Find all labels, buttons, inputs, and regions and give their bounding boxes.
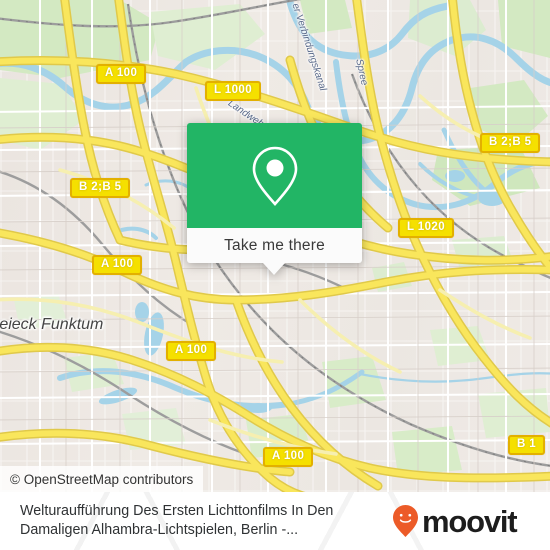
road-shield-b1: B 1 (508, 435, 546, 455)
attribution-text: © OpenStreetMap contributors (10, 471, 194, 487)
map-pin-icon (252, 146, 297, 206)
road-shield-b2b5: B 2;B 5 (70, 178, 131, 198)
moovit-wordmark: moovit (422, 503, 518, 539)
road-shield-a100: A 100 (166, 341, 217, 361)
moovit-map-screen: er Verbindungskanal Spree Landwehrkanal … (0, 0, 550, 550)
moovit-logo[interactable]: moovit (392, 503, 518, 539)
road-shield-l1020: L 1020 (398, 218, 454, 238)
road-shield-a100: A 100 (92, 255, 143, 275)
moovit-pin-smiley-icon (393, 505, 418, 537)
footer-bar: Welturaufführung Des Ersten Lichttonfilm… (0, 492, 550, 550)
map-canvas[interactable]: er Verbindungskanal Spree Landwehrkanal … (0, 0, 550, 492)
page-title: Welturaufführung Des Ersten Lichttonfilm… (20, 503, 334, 538)
popup-header (187, 123, 362, 228)
road-shield-l1000: L 1000 (205, 81, 261, 101)
take-me-there-button[interactable]: Take me there (187, 228, 362, 263)
map-attribution[interactable]: © OpenStreetMap contributors (0, 466, 204, 492)
take-me-there-label: Take me there (224, 236, 325, 254)
popup-callout-tip (263, 263, 285, 275)
road-shield-b2b5: B 2;B 5 (480, 133, 541, 153)
road-shield-a100: A 100 (263, 447, 314, 467)
location-popup[interactable]: Take me there (187, 123, 362, 275)
place-label-funkturm: reieck Funktum (0, 316, 104, 333)
road-shield-a100: A 100 (96, 64, 147, 84)
